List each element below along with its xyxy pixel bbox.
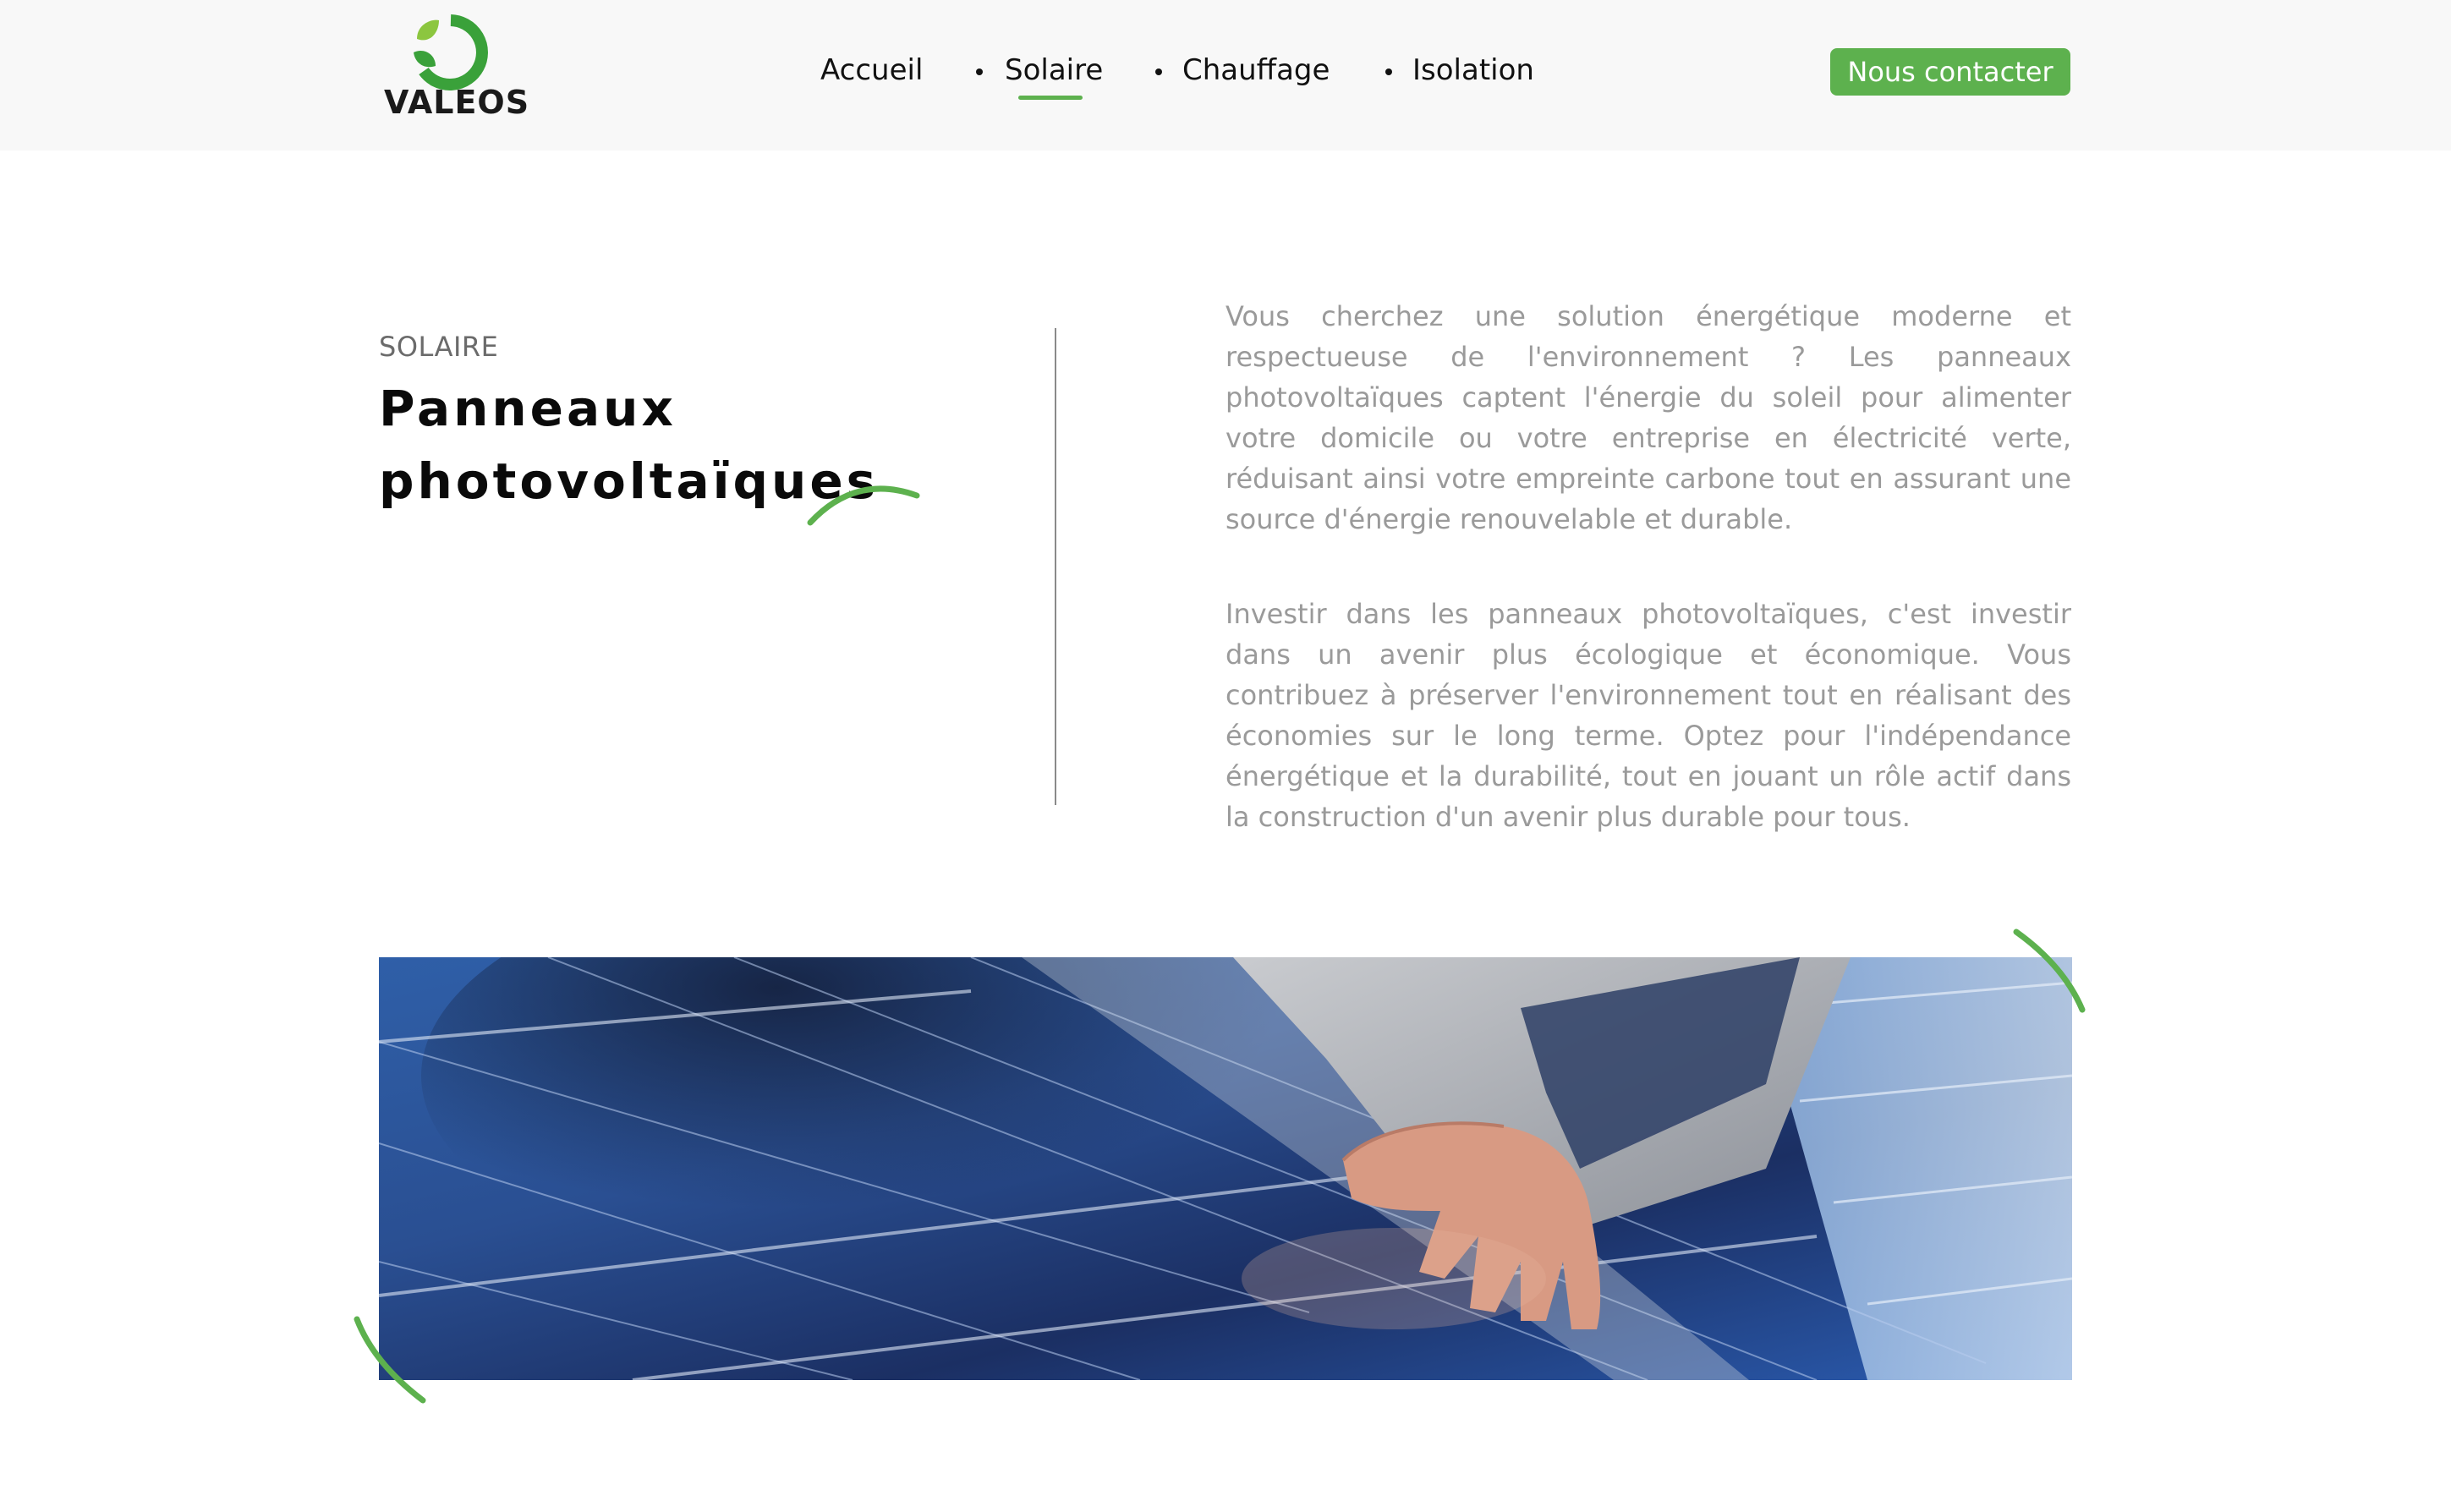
leaf-ring-logo-icon [414,14,488,90]
nav-active-indicator [1018,96,1083,100]
page-title-line-1: Panneaux [379,380,677,437]
solar-panel-image [379,957,2072,1380]
section-eyebrow: SOLAIRE [379,331,499,363]
decorative-arc-icon [2013,929,2086,1013]
hand-on-solar-panel-photo [379,957,2072,1380]
intro-paragraph-2: Investir dans les panneaux photovoltaïqu… [1226,598,2071,833]
nav-bullet-icon [976,68,983,75]
vertical-divider [1055,328,1056,805]
nav-bullet-icon [1155,68,1162,75]
nav-item-solaire[interactable]: Solaire [1005,56,1103,85]
decorative-arc-icon [354,1316,426,1404]
nav-bullet-icon [1385,68,1392,75]
intro-paragraph-1: Vous cherchez une solution énergétique m… [1226,300,2071,535]
contact-button[interactable]: Nous contacter [1830,48,2070,96]
brand-logo[interactable]: VALEOS [379,14,529,123]
brand-name: VALEOS [384,84,530,121]
nav-item-accueil[interactable]: Accueil [820,56,923,85]
nav-item-isolation[interactable]: Isolation [1412,56,1534,85]
site-header: VALEOS Accueil Solaire Chauffage Isolati… [0,0,2451,151]
nav-item-chauffage[interactable]: Chauffage [1182,56,1330,85]
decorative-arc-icon [807,485,920,526]
